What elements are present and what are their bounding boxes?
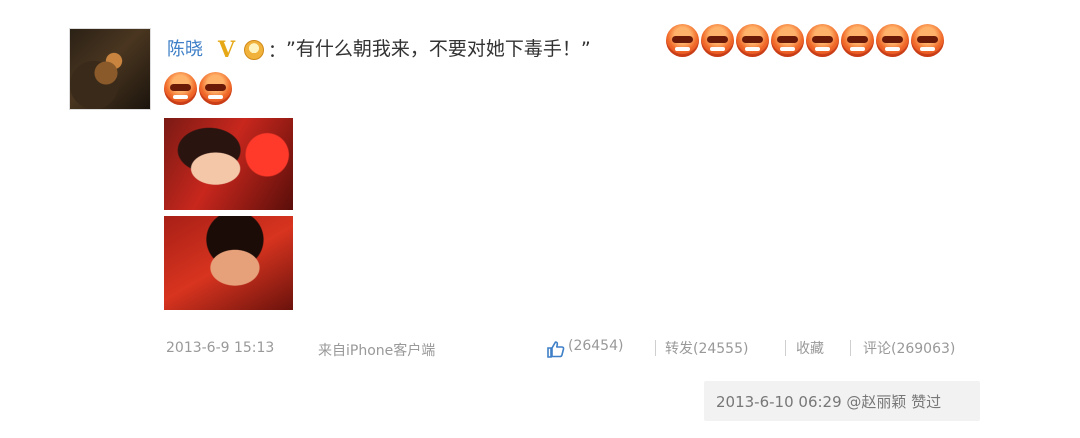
collect-button[interactable]: 收藏 bbox=[796, 338, 824, 362]
angry-face-icon bbox=[701, 24, 734, 57]
angry-face-icon bbox=[876, 24, 909, 57]
angry-face-icon bbox=[806, 24, 839, 57]
angry-face-icon bbox=[841, 24, 874, 57]
angry-face-icon bbox=[771, 24, 804, 57]
post-text: ”有什么朝我来，不要对她下毒手！” bbox=[286, 38, 591, 60]
liked-by-note[interactable]: 2013-6-10 06:29 @赵丽颖 赞过 bbox=[716, 391, 941, 412]
like-count[interactable]: (26454) bbox=[568, 338, 623, 362]
author-avatar[interactable] bbox=[69, 28, 151, 110]
angry-face-icon bbox=[666, 24, 699, 57]
thumbs-up-icon[interactable] bbox=[546, 339, 566, 359]
angry-face-icon bbox=[164, 72, 197, 105]
post-image-1[interactable] bbox=[164, 118, 293, 210]
post-colon: ： bbox=[268, 41, 286, 62]
weibo-post: 陈晓 V ： ”有什么朝我来，不要对她下毒手！” 2013-6-9 15:13 … bbox=[0, 0, 1080, 438]
comment-button[interactable]: 评论(269063) bbox=[863, 338, 955, 362]
member-crown-icon bbox=[244, 40, 264, 60]
angry-face-icon bbox=[199, 72, 232, 105]
post-source: 来自iPhone客户端 bbox=[318, 343, 436, 359]
action-divider bbox=[655, 340, 656, 356]
author-name[interactable]: 陈晓 bbox=[167, 38, 203, 62]
repost-button[interactable]: 转发(24555) bbox=[665, 338, 748, 362]
post-image-2[interactable] bbox=[164, 216, 293, 310]
verified-badge-icon: V bbox=[218, 37, 236, 63]
angry-face-icon bbox=[911, 24, 944, 57]
post-time[interactable]: 2013-6-9 15:13 bbox=[166, 340, 274, 356]
action-divider bbox=[850, 340, 851, 356]
action-divider bbox=[785, 340, 786, 356]
angry-face-icon bbox=[736, 24, 769, 57]
